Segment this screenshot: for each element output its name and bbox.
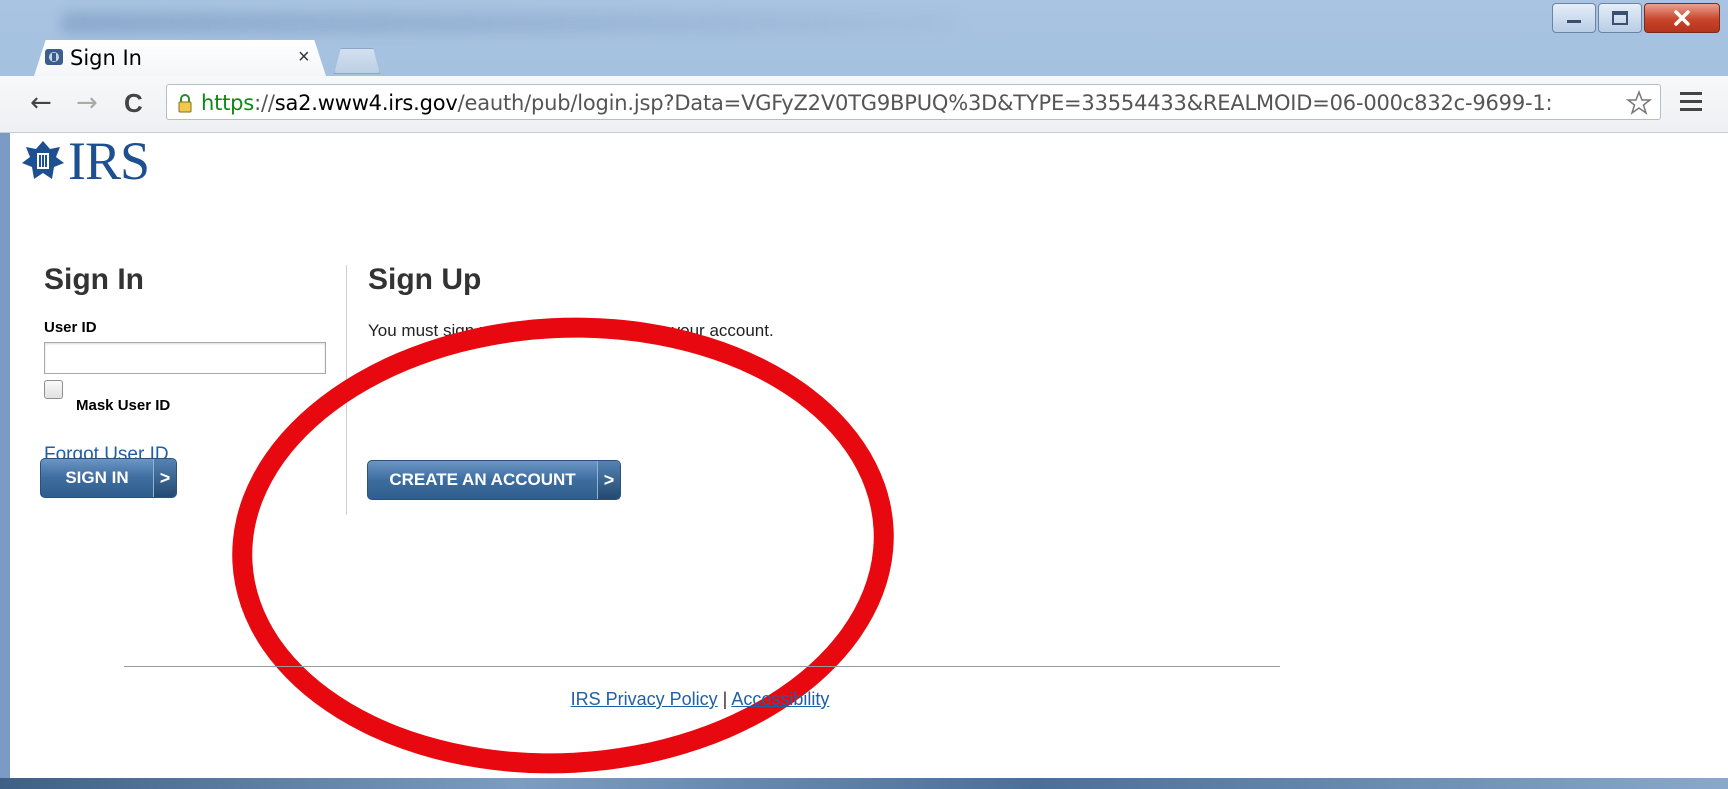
reload-button[interactable]: C: [124, 88, 143, 119]
sign-in-button-label: SIGN IN: [65, 468, 129, 487]
url-path: /eauth/pub/login.jsp?Data=VGFyZ2V0TG9BPU…: [457, 91, 1553, 115]
user-id-input[interactable]: [44, 342, 326, 374]
url-scheme: https: [201, 91, 255, 115]
irs-logo-text: IRS: [68, 131, 150, 191]
taskbar-strip: [0, 778, 1728, 789]
bookmark-star-icon[interactable]: [1626, 90, 1652, 116]
sign-up-description: You must sign up to create or reactivate…: [368, 321, 774, 340]
maximize-icon: [1612, 11, 1628, 25]
tab-title: Sign In: [70, 46, 142, 70]
new-tab-button[interactable]: [334, 48, 380, 74]
column-divider: [346, 265, 347, 515]
user-id-label: User ID: [44, 319, 97, 336]
page-viewport: IRS Sign In User ID Mask User ID Forgot …: [10, 131, 1728, 789]
footer: IRS Privacy Policy | Accessibility: [10, 689, 1390, 710]
url-host: sa2.www4.irs.gov: [274, 91, 458, 115]
chevron-right-icon: >: [597, 461, 620, 499]
maximize-button[interactable]: [1598, 3, 1642, 33]
mask-user-id-checkbox[interactable]: [44, 380, 63, 399]
sign-up-panel: Sign Up You must sign up to create or re…: [368, 263, 1068, 341]
forward-button[interactable]: →: [76, 88, 98, 118]
sign-in-title: Sign In: [44, 263, 144, 296]
window-title-blurred: [60, 12, 960, 34]
sign-in-panel: Sign In User ID Mask User ID Forgot User…: [44, 263, 326, 466]
close-window-button[interactable]: [1644, 3, 1720, 33]
url-text: https://sa2.www4.irs.gov/eauth/pub/login…: [201, 91, 1611, 115]
irs-eagle-icon: [22, 141, 64, 179]
address-bar[interactable]: https://sa2.www4.irs.gov/eauth/pub/login…: [166, 84, 1661, 120]
close-icon: [1674, 10, 1690, 26]
url-separator: ://: [254, 91, 275, 115]
irs-logo[interactable]: IRS: [20, 131, 150, 191]
back-button[interactable]: ←: [30, 88, 52, 118]
sign-up-title: Sign Up: [368, 263, 482, 296]
window-left-border: [0, 133, 10, 778]
tab-close-icon[interactable]: ×: [298, 46, 310, 69]
minimize-button[interactable]: [1552, 3, 1596, 33]
privacy-policy-link[interactable]: IRS Privacy Policy: [571, 689, 718, 709]
sign-in-button[interactable]: SIGN IN >: [40, 458, 177, 498]
lock-icon: [178, 94, 192, 113]
minimize-icon: [1567, 20, 1581, 23]
create-account-button-label: CREATE AN ACCOUNT: [389, 470, 576, 489]
browser-toolbar: ← → C https://sa2.www4.irs.gov/eauth/pub…: [0, 76, 1728, 133]
mask-user-id-label: Mask User ID: [76, 397, 171, 414]
chevron-right-icon: >: [153, 459, 176, 497]
accessibility-link[interactable]: Accessibility: [731, 689, 829, 709]
browser-window: Sign In × ← → C https://sa2.www4.irs.gov…: [0, 0, 1728, 789]
footer-separator: |: [722, 689, 728, 709]
create-account-button[interactable]: CREATE AN ACCOUNT >: [367, 460, 621, 500]
window-controls: [1550, 3, 1720, 33]
menu-icon[interactable]: [1680, 92, 1702, 116]
annotation-red-circle: [220, 300, 906, 789]
irs-favicon-icon: [45, 49, 63, 65]
footer-divider: [124, 666, 1280, 667]
